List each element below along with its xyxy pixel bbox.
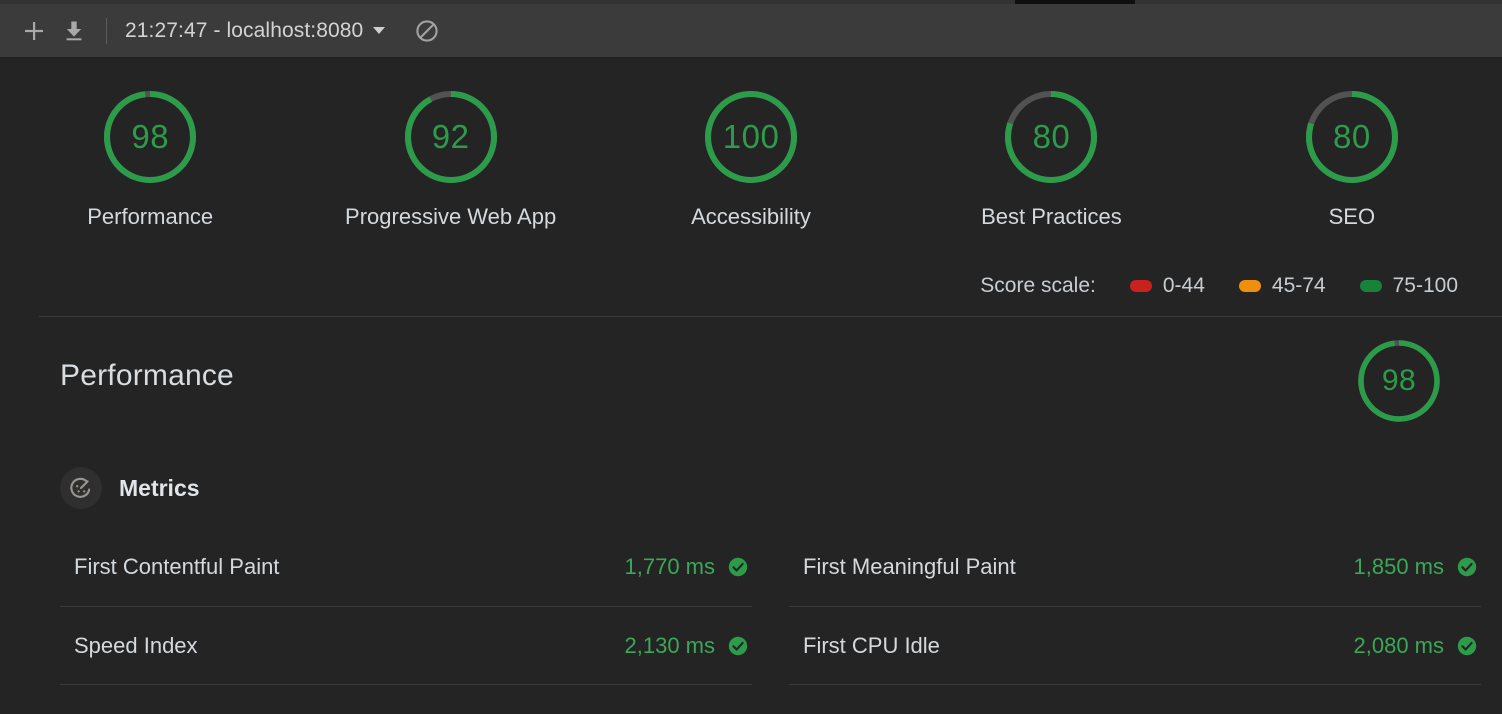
clear-reports-button[interactable] [407, 11, 447, 51]
gauge-value: 92 [431, 118, 470, 155]
download-report-button[interactable] [54, 11, 94, 51]
speedometer-icon [60, 467, 102, 509]
metric-row[interactable]: Estimated Input Latency 13 ms [789, 684, 1481, 714]
metric-name: First Meaningful Paint [803, 554, 1016, 579]
metric-name: Speed Index [74, 632, 198, 658]
gauge-label: Accessibility [691, 204, 811, 229]
score-scale-title: Score scale: [980, 274, 1096, 297]
performance-section-header: Performance 98 [39, 340, 1502, 455]
gauge-value: 100 [722, 118, 780, 155]
metric-value: 13 ms [1384, 711, 1444, 714]
metric-value: 2,130 ms [624, 632, 716, 658]
run-selector[interactable]: 21:27:47 - localhost:8080 [121, 17, 389, 45]
metric-row[interactable]: Time to Interactive 2,820 ms [60, 684, 752, 714]
score-gauge-performance[interactable]: 98 Performance [0, 59, 300, 230]
check-circle-icon [727, 635, 749, 657]
score-scale-range-low: 0-44 [1129, 274, 1205, 298]
lighthouse-panel: 21:27:47 - localhost:8080 98 Performance… [0, 0, 1502, 714]
metric-value: 1,850 ms [1353, 554, 1445, 579]
metric-name: First Contentful Paint [74, 554, 280, 579]
score-scale-range-label: 0-44 [1162, 274, 1205, 297]
gauge-value: 80 [1032, 118, 1071, 155]
metric-name: Time to Interactive [74, 711, 254, 714]
chevron-down-icon [373, 27, 386, 34]
metric-name: Estimated Input Latency [803, 711, 1039, 714]
swatch-green-icon [1359, 280, 1382, 292]
toolbar-separator [106, 17, 107, 44]
score-gauge-seo[interactable]: 80 SEO [1202, 59, 1502, 230]
score-gauge-best-practices[interactable]: 80 Best Practices [901, 59, 1201, 230]
no-entry-icon [414, 18, 440, 44]
score-scale-range-high: 75-100 [1359, 274, 1458, 298]
score-gauge-pwa[interactable]: 92 Progressive Web App [300, 59, 600, 230]
metric-result: 2,820 ms [625, 711, 750, 714]
score-gauge-accessibility[interactable]: 100 Accessibility [601, 59, 901, 230]
gauge-value: 80 [1332, 118, 1371, 155]
gauge-label: Performance [87, 204, 214, 229]
add-report-button[interactable] [14, 11, 54, 51]
score-scale-range-label: 45-74 [1271, 274, 1326, 297]
plus-icon [22, 19, 46, 43]
metric-row[interactable]: First CPU Idle 2,080 ms [789, 606, 1481, 684]
score-scale-legend: Score scale: 0-44 45-74 75-100 [980, 274, 1458, 298]
swatch-orange-icon [1238, 280, 1261, 292]
score-gauges: 98 Performance 92 Progressive Web App 10… [0, 59, 1502, 254]
metric-value: 2,080 ms [1353, 632, 1445, 658]
gauge-label: SEO [1328, 204, 1376, 229]
performance-section: Performance 98 Metrics First Contentful … [39, 317, 1502, 714]
gauge-value: 98 [131, 118, 170, 155]
gauge-label: Progressive Web App [345, 204, 557, 229]
gauge-ring: 80 [1001, 87, 1101, 187]
gauge-ring: 100 [701, 87, 801, 187]
gauge-ring: 98 [100, 87, 200, 187]
gauge-ring: 92 [401, 87, 501, 187]
check-circle-icon [727, 556, 749, 578]
metrics-header: Metrics [39, 467, 1502, 509]
metric-result: 2,130 ms [625, 633, 750, 659]
metric-name: First CPU Idle [803, 632, 940, 658]
performance-score-gauge[interactable]: 98 [1355, 337, 1443, 425]
metric-value: 2,820 ms [625, 711, 716, 714]
metric-row[interactable]: First Contentful Paint 1,770 ms [60, 528, 752, 606]
check-circle-icon [1456, 635, 1478, 657]
metric-result: 1,850 ms [1354, 554, 1479, 580]
score-scale-range-label: 75-100 [1392, 274, 1458, 297]
metric-result: 1,770 ms [625, 554, 750, 580]
performance-score-value: 98 [1381, 364, 1417, 397]
download-icon [62, 19, 86, 43]
metric-row[interactable]: First Meaningful Paint 1,850 ms [789, 528, 1481, 606]
score-scale-range-mid: 45-74 [1238, 274, 1326, 298]
gauge-ring: 80 [1302, 87, 1402, 187]
metrics-heading: Metrics [119, 474, 200, 501]
check-circle-icon [1456, 556, 1478, 578]
page-title: Performance [60, 359, 234, 392]
gauge-label: Best Practices [981, 204, 1122, 229]
metric-row[interactable]: Speed Index 2,130 ms [60, 606, 752, 684]
toolbar: 21:27:47 - localhost:8080 [0, 4, 1502, 58]
metric-value: 1,770 ms [624, 554, 716, 579]
swatch-red-icon [1129, 280, 1152, 292]
run-selector-value: 21:27:47 - localhost:8080 [125, 18, 364, 42]
metrics-grid: First Contentful Paint 1,770 ms First Me… [39, 528, 1502, 714]
metric-result: 13 ms [1384, 711, 1478, 714]
metric-result: 2,080 ms [1354, 633, 1479, 659]
